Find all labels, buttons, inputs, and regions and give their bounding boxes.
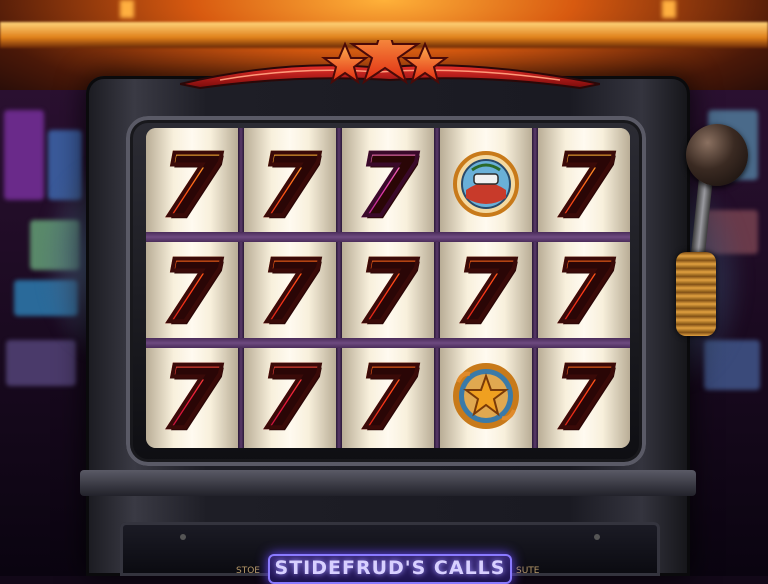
seven-symbol: 7 [258, 348, 322, 448]
seven-symbol: 7 [258, 136, 322, 236]
star-emblem-icon [453, 363, 519, 429]
reel-symbol: 7 [538, 348, 630, 444]
row-separator [146, 232, 630, 242]
seven-symbol: 7 [160, 136, 224, 236]
reel-window: 7777777777777 [146, 128, 630, 448]
seven-symbol: 7 [552, 348, 616, 448]
seven-symbol: 7 [160, 348, 224, 448]
lever-knob[interactable] [686, 124, 748, 186]
background-screen [4, 110, 44, 200]
reel-symbol: 7 [342, 242, 434, 338]
side-label-left: STOE [236, 566, 260, 576]
seven-symbol: 7 [258, 242, 322, 342]
reel-symbol: 7 [538, 136, 630, 232]
reel-symbol [440, 136, 532, 232]
reel-symbol [440, 348, 532, 444]
ceiling-frame [120, 0, 676, 18]
seven-symbol: 7 [356, 348, 420, 448]
screw [180, 534, 186, 540]
cabinet-ledge [80, 470, 696, 496]
screw [594, 534, 600, 540]
reel-symbol: 7 [244, 136, 336, 232]
lever-spring [676, 252, 716, 336]
background-screen [6, 340, 76, 386]
reel-symbol: 7 [244, 348, 336, 444]
reel-symbol: 7 [342, 348, 434, 444]
star-crest-icon [180, 40, 600, 90]
reel-symbol: 7 [244, 242, 336, 338]
reel-symbol: 7 [146, 136, 238, 232]
seven-symbol: 7 [552, 242, 616, 342]
game-title-marquee: STIDEFRUD'S CALLS [268, 554, 512, 584]
reel-symbol: 7 [538, 242, 630, 338]
side-label-right: SUTE [516, 566, 540, 576]
reel-symbol: 7 [342, 136, 434, 232]
reel-symbol: 7 [146, 242, 238, 338]
seven-symbol: 7 [552, 136, 616, 236]
row-separator [146, 338, 630, 348]
reel-symbol: 7 [440, 242, 532, 338]
seven-symbol: 7 [454, 242, 518, 342]
seven-symbol: 7 [356, 136, 420, 236]
seven-symbol: 7 [160, 242, 224, 342]
badge-emblem-icon [453, 151, 519, 217]
seven-symbol: 7 [356, 242, 420, 342]
reel-symbol: 7 [146, 348, 238, 444]
